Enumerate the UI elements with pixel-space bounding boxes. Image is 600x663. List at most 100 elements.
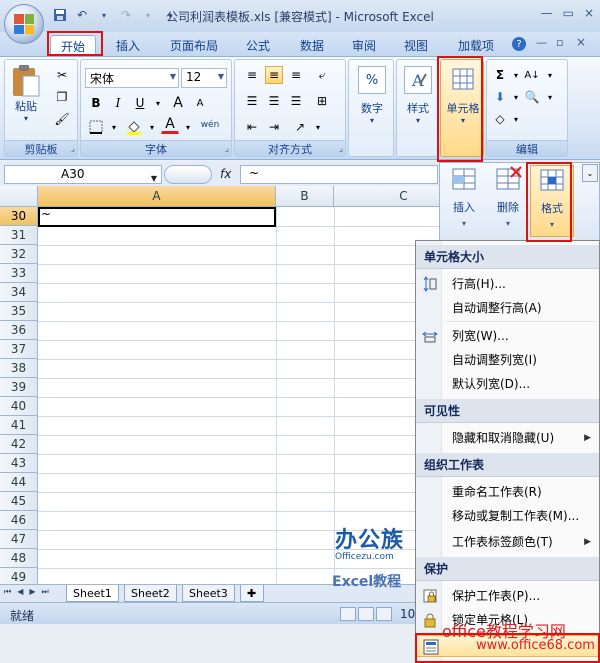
row-header[interactable]: 31 [0, 226, 38, 245]
font-color-button[interactable]: A [161, 116, 179, 134]
formula-input[interactable]: ~ [240, 165, 438, 184]
row-header[interactable]: 33 [0, 264, 38, 283]
row-header[interactable]: 47 [0, 530, 38, 549]
row-header[interactable]: 41 [0, 416, 38, 435]
font-name-combo[interactable]: 宋体 ▼ [85, 68, 179, 88]
tab-formulas[interactable]: 公式 [236, 35, 280, 56]
increase-indent-icon[interactable]: ⇥ [265, 118, 283, 136]
format-cells-button[interactable]: 格式 ▾ [530, 165, 574, 237]
row-header[interactable]: 48 [0, 549, 38, 568]
bold-button[interactable]: B [87, 94, 105, 112]
styles-button[interactable]: A 样式 ▾ [401, 66, 435, 125]
save-icon[interactable] [52, 7, 68, 23]
insert-function-icon[interactable]: fx [220, 167, 231, 181]
row-header[interactable]: 46 [0, 511, 38, 530]
row-header[interactable]: 36 [0, 321, 38, 340]
redo-dropdown-icon[interactable]: ▾ [140, 7, 156, 23]
tab-review[interactable]: 审阅 [342, 35, 386, 56]
row-header[interactable]: 35 [0, 302, 38, 321]
tab-data[interactable]: 数据 [290, 35, 334, 56]
align-middle-icon[interactable]: ≡ [265, 66, 283, 84]
insert-sheet-icon[interactable]: ✚ [240, 585, 264, 602]
underline-button[interactable]: U [131, 94, 149, 112]
page-layout-view-icon[interactable] [358, 607, 374, 621]
find-select-icon[interactable]: 🔍 [523, 88, 541, 106]
row-header[interactable]: 30 [0, 207, 38, 226]
menu-item-autofit-row[interactable]: 自动调整行高(A) [416, 297, 599, 319]
menu-item-hide-unhide[interactable]: 隐藏和取消隐藏(U) ▶ [416, 427, 599, 449]
column-header-a[interactable]: A [38, 186, 276, 207]
active-cell[interactable] [38, 207, 276, 227]
font-launcher-icon[interactable]: ⌟ [225, 144, 229, 154]
normal-view-icon[interactable] [340, 607, 356, 621]
clipboard-launcher-icon[interactable]: ⌟ [71, 144, 75, 154]
sheet-tab-2[interactable]: Sheet2 [124, 585, 177, 602]
sort-filter-icon[interactable]: A↓ [523, 66, 541, 84]
shrink-font-button[interactable]: A [191, 94, 209, 112]
ribbon-minimize-icon[interactable]: — [536, 36, 547, 49]
tab-addins[interactable]: 加载项 [448, 35, 504, 56]
align-right-icon[interactable]: ☰ [287, 92, 305, 110]
font-color-dropdown-icon[interactable]: ▾ [179, 118, 197, 136]
fill-color-dropdown-icon[interactable]: ▾ [143, 118, 161, 136]
italic-button[interactable]: I [109, 94, 127, 112]
delete-cells-button[interactable]: 删除 ▾ [486, 165, 530, 237]
undo-icon[interactable]: ↶ [74, 7, 90, 23]
row-header[interactable]: 44 [0, 473, 38, 492]
borders-icon[interactable] [87, 118, 105, 136]
formula-bar-handle[interactable] [164, 165, 212, 184]
menu-item-protect-sheet[interactable]: 保护工作表(P)... [416, 585, 599, 607]
prev-sheet-icon[interactable]: ◀ [17, 587, 23, 597]
borders-dropdown-icon[interactable]: ▾ [105, 118, 123, 136]
restore-button[interactable]: ▭ [563, 6, 574, 20]
row-header[interactable]: 32 [0, 245, 38, 264]
menu-item-autofit-col[interactable]: 自动调整列宽(I) [416, 349, 599, 371]
menu-item-move-copy[interactable]: 移动或复制工作表(M)... [416, 505, 599, 527]
grow-font-button[interactable]: A [169, 94, 187, 112]
menu-item-col-width[interactable]: 列宽(W)... [416, 325, 599, 347]
name-box[interactable]: A30 ▼ [4, 165, 162, 184]
sheet-tab-1[interactable]: Sheet1 [66, 585, 119, 602]
tab-view[interactable]: 视图 [394, 35, 438, 56]
sheet-tab-3[interactable]: Sheet3 [182, 585, 235, 602]
cut-icon[interactable]: ✂ [53, 66, 71, 84]
orientation-icon[interactable]: ↗ [291, 118, 309, 136]
underline-dropdown-icon[interactable]: ▾ [149, 94, 167, 112]
number-button[interactable]: % 数字 ▾ [355, 66, 389, 125]
merge-center-icon[interactable]: ⊞ [313, 92, 331, 110]
ribbon-close-icon[interactable]: × [576, 35, 586, 49]
select-all-corner[interactable] [0, 186, 38, 207]
menu-item-rename[interactable]: 重命名工作表(R) [416, 481, 599, 503]
help-icon[interactable]: ? [512, 37, 526, 51]
align-center-icon[interactable]: ☰ [265, 92, 283, 110]
row-header[interactable]: 37 [0, 340, 38, 359]
ribbon-restore-icon[interactable]: ▫ [556, 36, 563, 49]
menu-item-default-width[interactable]: 默认列宽(D)... [416, 373, 599, 395]
minimize-button[interactable]: — [541, 6, 553, 20]
align-top-icon[interactable]: ≡ [243, 66, 261, 84]
sort-filter-dropdown-icon[interactable]: ▾ [541, 66, 559, 84]
row-header[interactable]: 43 [0, 454, 38, 473]
find-select-dropdown-icon[interactable]: ▾ [541, 88, 559, 106]
next-sheet-icon[interactable]: ▶ [29, 587, 35, 597]
row-header[interactable]: 45 [0, 492, 38, 511]
first-sheet-icon[interactable]: ⏮ [4, 587, 11, 597]
tab-home[interactable]: 开始 [50, 35, 97, 56]
fill-color-icon[interactable] [125, 118, 143, 136]
close-button[interactable]: × [584, 6, 594, 20]
phonetic-button[interactable]: wén [197, 116, 223, 134]
row-header[interactable]: 38 [0, 359, 38, 378]
office-button[interactable] [4, 4, 44, 44]
row-header[interactable]: 39 [0, 378, 38, 397]
row-header[interactable]: 40 [0, 397, 38, 416]
menu-item-tab-color[interactable]: 工作表标签颜色(T) ▶ [416, 531, 599, 553]
format-painter-icon[interactable]: 🖌 [53, 110, 71, 128]
wrap-text-icon[interactable]: ⤶ [313, 66, 331, 84]
font-size-combo[interactable]: 12 ▼ [181, 68, 227, 88]
row-header[interactable]: 49 [0, 568, 38, 584]
orientation-dropdown-icon[interactable]: ▾ [309, 118, 327, 136]
tab-insert[interactable]: 插入 [106, 35, 150, 56]
row-header[interactable]: 42 [0, 435, 38, 454]
decrease-indent-icon[interactable]: ⇤ [243, 118, 261, 136]
align-left-icon[interactable]: ☰ [243, 92, 261, 110]
